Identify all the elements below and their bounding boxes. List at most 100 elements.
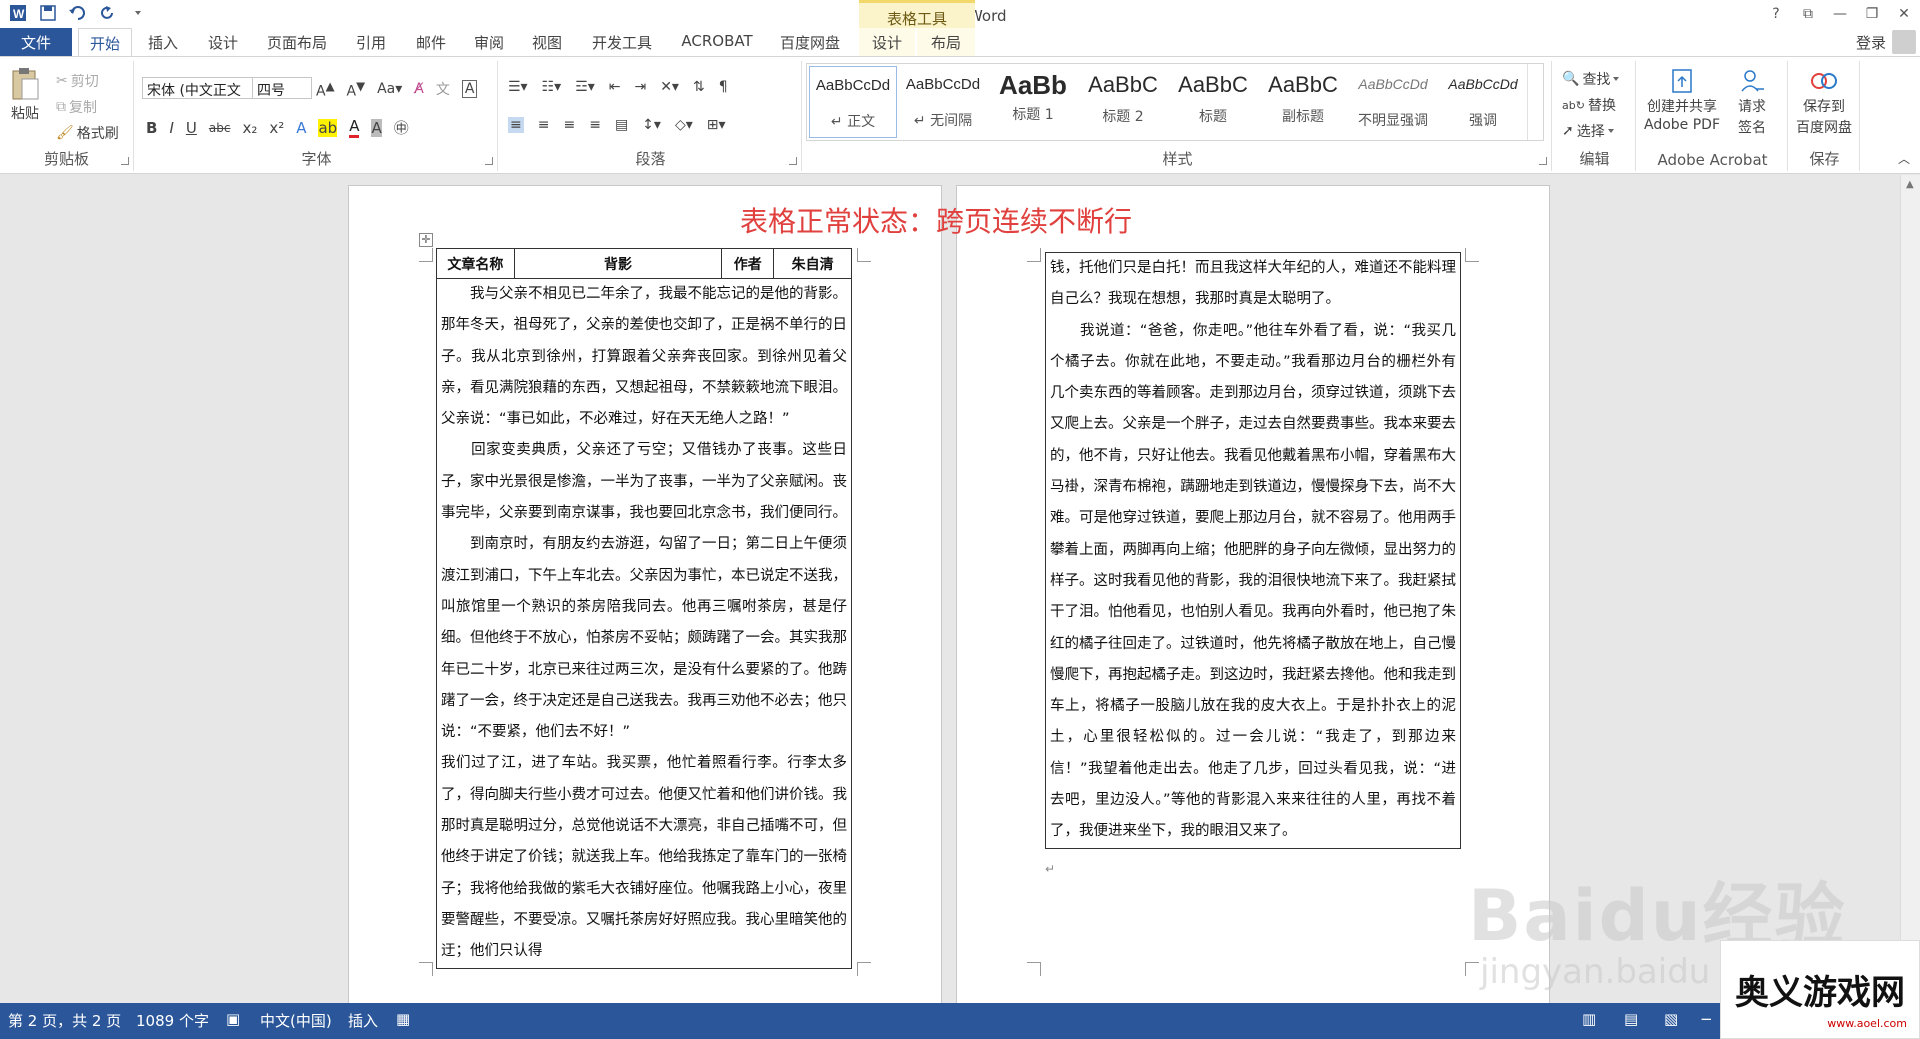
tab-references[interactable]: 引用 [348,28,394,56]
cut-button[interactable]: ✂ 剪切 [56,71,99,91]
line-spacing-icon[interactable]: ↕▾ [642,117,661,133]
italic-icon[interactable]: I [169,119,173,137]
font-name-select[interactable]: 宋体 (中文正文 [142,77,254,99]
table-body-cell[interactable]: 钱，托他们只是白托！而且我这样大年纪的人，难道还不能料理自己么？我现在想想，我那… [1045,252,1461,849]
phonetic-guide-icon[interactable]: 文 [436,79,450,99]
text-effects-icon[interactable]: A [296,119,306,137]
zoom-out-icon[interactable]: − [1700,1010,1713,1028]
close-button[interactable]: ✕ [1888,0,1920,28]
enclose-char-icon[interactable]: ㊥ [394,117,409,138]
tab-baidu-netdisk[interactable]: 百度网盘 [772,28,848,56]
save-to-netdisk-button[interactable]: 保存到 百度网盘 [1796,67,1852,137]
select-button[interactable]: ➚ 选择 [1562,121,1614,141]
document-table-page-1[interactable]: 文章名称 背影 作者 朱自清 我与父亲不相见已二年余了，我最不能忘记的是他的背影… [436,248,852,969]
justify-icon[interactable]: ≡ [589,117,601,133]
request-signature-button[interactable]: 请求 签名 [1738,67,1766,137]
font-color-icon[interactable]: A [349,117,360,138]
macro-record-icon[interactable]: ▦ [396,1010,410,1028]
table-body-cell[interactable]: 我与父亲不相见已二年余了，我最不能忘记的是他的背影。 那年冬天，祖母死了，父亲的… [436,278,852,969]
highlight-icon[interactable]: ab [318,118,338,137]
tab-developer[interactable]: 开发工具 [584,28,660,56]
format-painter-button[interactable]: 🖌 格式刷 [56,123,119,143]
style-item-normal[interactable]: AaBbCcDd ↵ 正文 [809,66,897,138]
tab-page-layout[interactable]: 页面布局 [260,28,334,56]
superscript-icon[interactable]: x² [269,119,284,137]
restore-button[interactable]: ❐ [1856,0,1888,28]
help-button[interactable]: ? [1760,0,1792,28]
increase-indent-icon[interactable]: ⇥ [634,79,646,95]
read-mode-icon[interactable]: ▥ [1582,1010,1596,1028]
shading-icon[interactable]: ◇▾ [675,117,693,133]
scroll-up-icon[interactable]: ▲ [1906,179,1914,190]
style-item-emphasis[interactable]: AaBbCcDd 强调 [1439,66,1527,138]
borders-icon[interactable]: ⊞▾ [707,117,726,133]
grow-font-icon[interactable]: A▲ [316,79,335,100]
char-border-icon[interactable]: A [461,80,478,99]
table-header-cell[interactable]: 朱自清 [773,248,852,279]
tab-design[interactable]: 设计 [200,28,246,56]
style-item-heading-1[interactable]: AaBb 标题 1 [989,66,1077,138]
table-header-cell[interactable]: 作者 [721,248,775,279]
ribbon-display-options-button[interactable]: ⧉ [1792,0,1824,28]
chinese-layout-icon[interactable]: ✕▾ [660,79,679,95]
signin-link[interactable]: 登录 [1856,32,1886,53]
tab-view[interactable]: 视图 [524,28,570,56]
change-case-icon[interactable]: Aa▾ [377,81,402,97]
style-item-heading-2[interactable]: AaBbC 标题 2 [1079,66,1167,138]
sort-icon[interactable]: ⇅ [693,79,705,95]
tab-acrobat[interactable]: ACROBAT [672,28,762,56]
word-count-status[interactable]: 1089 个字 [136,1010,209,1031]
bold-icon[interactable]: B [146,119,157,137]
language-status[interactable]: 中文(中国) [260,1010,332,1031]
create-share-pdf-button[interactable]: 创建并共享 Adobe PDF [1644,67,1720,133]
style-item-no-spacing[interactable]: AaBbCcDd ↵ 无间隔 [899,66,987,138]
strikethrough-icon[interactable]: abc [209,121,231,135]
style-item-subtle-emphasis[interactable]: AaBbCcDd 不明显强调 [1349,66,1437,138]
replace-button[interactable]: ab↻ 替换 [1562,95,1616,115]
proofing-icon[interactable]: ▣ [226,1010,240,1028]
styles-launcher-icon[interactable] [1539,157,1547,165]
align-right-icon[interactable]: ≡ [563,117,575,133]
tab-table-layout[interactable]: 布局 [917,28,975,56]
tab-mailings[interactable]: 邮件 [408,28,454,56]
tab-home[interactable]: 开始 [78,28,132,56]
style-item-subtitle[interactable]: AaBbC 副标题 [1259,66,1347,138]
numbering-icon[interactable]: ☷▾ [542,79,562,95]
print-layout-icon[interactable]: ▤ [1624,1010,1638,1028]
find-button[interactable]: 🔍 查找 [1562,69,1620,89]
underline-icon[interactable]: U [186,119,197,137]
char-shading-icon[interactable]: A [371,118,382,137]
insert-mode-status[interactable]: 插入 [348,1010,378,1031]
tab-review[interactable]: 审阅 [466,28,512,56]
table-header-cell[interactable]: 文章名称 [436,248,515,279]
minimize-button[interactable]: — [1824,0,1856,28]
bullets-icon[interactable]: ☰▾ [508,79,528,95]
style-item-title[interactable]: AaBbC 标题 [1169,66,1257,138]
align-center-icon[interactable]: ≡ [538,117,550,133]
document-table-page-2[interactable]: 钱，托他们只是白托！而且我这样大年纪的人，难道还不能料理自己么？我现在想想，我那… [1045,252,1461,849]
font-launcher-icon[interactable] [485,157,493,165]
table-header-cell[interactable]: 背影 [513,248,723,279]
decrease-indent-icon[interactable]: ⇤ [609,79,621,95]
subscript-icon[interactable]: x₂ [242,119,257,137]
copy-button[interactable]: ⧉ 复制 [56,97,97,117]
font-size-select[interactable]: 四号 [252,77,312,99]
vertical-scrollbar[interactable]: ▲ [1900,175,1920,1003]
table-move-handle-icon[interactable]: ✛ [419,233,433,247]
distributed-icon[interactable]: ▤ [615,117,628,133]
clear-format-icon[interactable]: A̸ [414,81,424,97]
align-left-icon[interactable]: ≡ [508,117,524,133]
paste-button[interactable]: 粘贴 [10,67,40,123]
tab-table-design[interactable]: 设计 [859,28,915,56]
multilevel-list-icon[interactable]: ☲▾ [575,79,595,95]
web-layout-icon[interactable]: ▧ [1664,1010,1678,1028]
show-marks-icon[interactable]: ¶ [719,79,728,95]
tab-insert[interactable]: 插入 [140,28,186,56]
avatar[interactable] [1892,30,1916,54]
tab-file[interactable]: 文件 [0,28,72,56]
shrink-font-icon[interactable]: A▼ [347,79,366,100]
page-count-status[interactable]: 第 2 页，共 2 页 [8,1010,121,1031]
styles-gallery-scroll[interactable] [1527,64,1543,140]
collapse-ribbon-icon[interactable]: ︿ [1898,150,1910,167]
clipboard-launcher-icon[interactable] [121,157,129,165]
